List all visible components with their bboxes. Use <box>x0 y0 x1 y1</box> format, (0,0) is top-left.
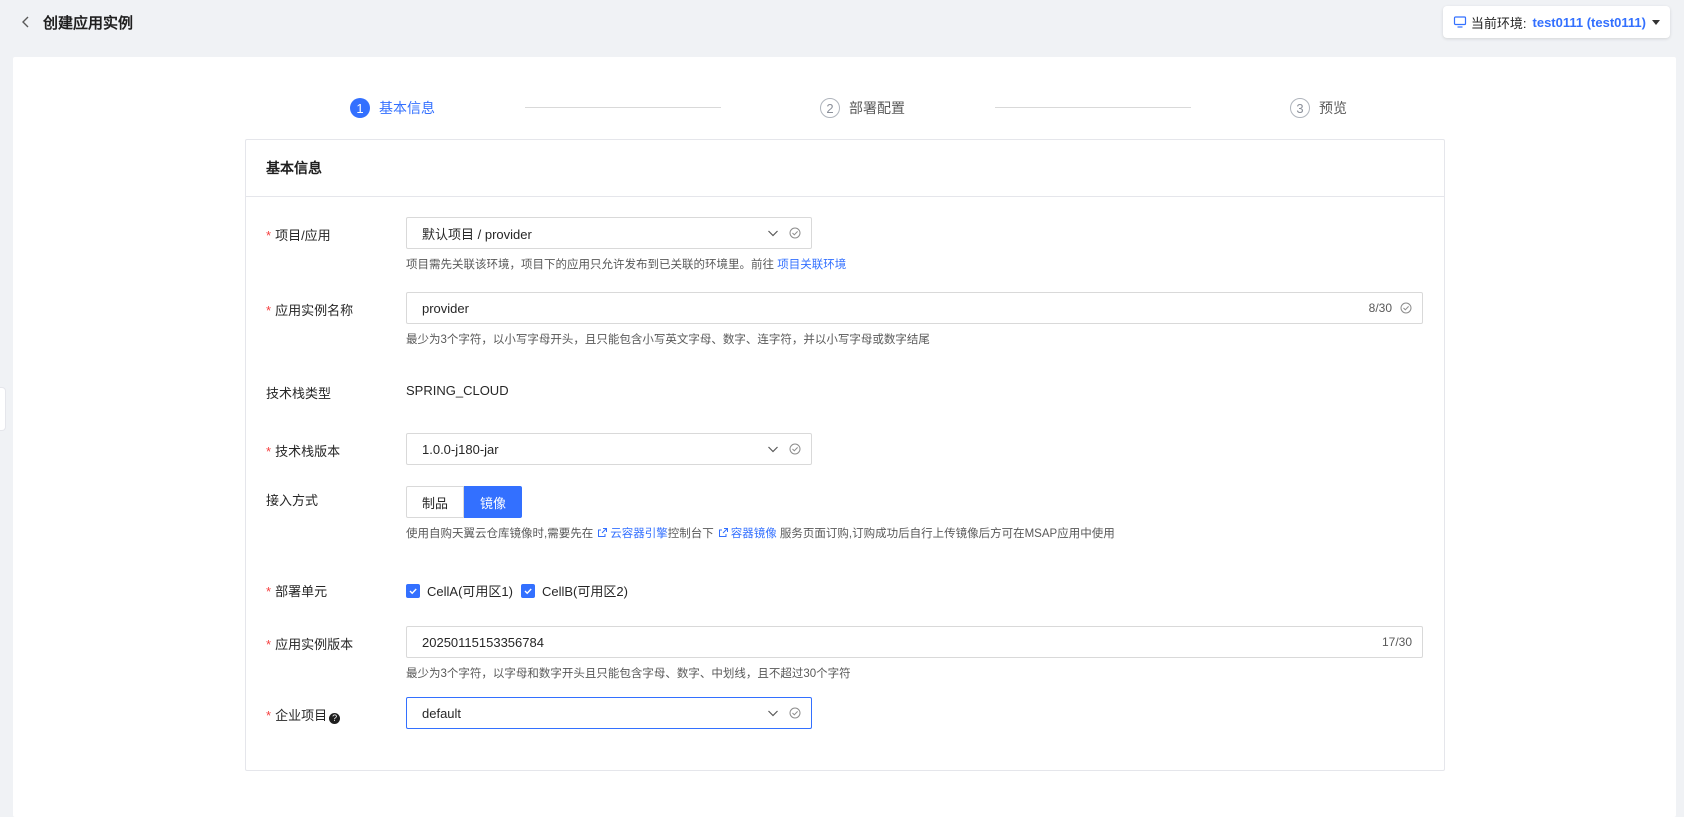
instance-version-control: 20250115153356784 17/30 最少为3个字符，以字母和数字开头… <box>406 626 1423 681</box>
enterprise-project-control: default <box>406 697 812 729</box>
stack-version-label: * 技术栈版本 <box>266 444 341 459</box>
char-counter: 17/30 <box>1381 635 1412 649</box>
instance-version-value: 20250115153356784 <box>422 634 544 650</box>
check-circle-icon <box>789 443 801 455</box>
project-control: 默认项目 / provider 项目需先关联该环境，项目下的应用只允许发布到已关… <box>406 217 846 272</box>
required-mark: * <box>266 444 272 459</box>
instance-name-hint: 最少为3个字符，以小写字母开头，且只能包含小写英文字母、数字、连字符，并以小写字… <box>406 334 930 346</box>
access-mode-image[interactable]: 镜像 <box>464 486 523 518</box>
external-link-icon <box>718 528 728 537</box>
required-mark: * <box>266 584 272 599</box>
step-label: 部署配置 <box>849 100 905 116</box>
deploy-unit-label: * 部署单元 <box>266 584 328 599</box>
monitor-icon <box>1453 16 1466 28</box>
check-circle-icon <box>789 707 801 719</box>
cloud-container-engine-link[interactable]: 云容器引擎 <box>610 528 668 540</box>
step-label: 预览 <box>1319 100 1347 116</box>
page-title: 创建应用实例 <box>43 15 134 32</box>
stack-version-select[interactable]: 1.0.0-j180-jar <box>406 433 812 465</box>
deploy-unit-checkboxes: CellA(可用区1) CellB(可用区2) <box>406 581 636 600</box>
checkbox-checked-icon <box>520 583 535 598</box>
cell-b-label: CellB(可用区2) <box>541 584 628 599</box>
project-hint: 项目需先关联该环境，项目下的应用只允许发布到已关联的环境里。前往 项目关联环境 <box>406 259 847 271</box>
enterprise-project-value: default <box>422 705 462 721</box>
cell-a-label: CellA(可用区1) <box>427 584 513 599</box>
side-collapse-handle[interactable] <box>0 387 6 431</box>
steps-bar: 1 基本信息 2 部署配置 3 预览 <box>0 90 1684 126</box>
stack-version-value: 1.0.0-j180-jar <box>422 441 499 457</box>
project-env-link[interactable]: 项目关联环境 <box>777 259 846 271</box>
external-link-icon <box>598 528 608 537</box>
section-title: 基本信息 <box>246 140 1444 197</box>
access-mode-label: 接入方式 <box>266 493 319 508</box>
environment-value: test0111 (test0111) <box>1532 14 1646 30</box>
chevron-down-icon <box>768 230 778 237</box>
project-select-value: 默认项目 / provider <box>422 226 532 242</box>
required-mark: * <box>266 708 272 723</box>
chevron-down-icon <box>768 710 778 717</box>
step-preview[interactable]: 3 预览 <box>1290 98 1347 118</box>
required-mark: * <box>266 637 272 652</box>
instance-version-label: * 应用实例版本 <box>266 637 354 652</box>
access-mode-control: 制品 镜像 使用自购天翼云仓库镜像时,需要先在 云容器引擎控制台下 容器镜像 服务页… <box>406 486 1115 541</box>
step-number: 1 <box>350 98 370 118</box>
instance-name-input[interactable]: provider 8/30 <box>406 292 1423 324</box>
project-select[interactable]: 默认项目 / provider <box>406 217 812 249</box>
instance-version-input[interactable]: 20250115153356784 17/30 <box>406 626 1423 658</box>
instance-name-value: provider <box>422 300 469 316</box>
step-deploy-config[interactable]: 2 部署配置 <box>820 98 905 118</box>
check-circle-icon <box>1400 302 1412 314</box>
stack-type-label: 技术栈类型 <box>266 386 332 401</box>
cell-b-checkbox[interactable]: CellB(可用区2) <box>520 581 628 600</box>
basic-info-form: 基本信息 * 项目/应用 默认项目 / provider 项目需先关联该环境，项目… <box>245 139 1445 771</box>
container-image-link[interactable]: 容器镜像 <box>731 528 777 540</box>
step-label: 基本信息 <box>379 100 435 116</box>
checkbox-checked-icon <box>406 583 420 598</box>
step-number: 3 <box>1290 98 1310 118</box>
step-connector <box>525 107 721 108</box>
chevron-down-icon <box>768 446 778 453</box>
enterprise-project-select[interactable]: default <box>406 697 812 729</box>
access-mode-hint: 使用自购天翼云仓库镜像时,需要先在 云容器引擎控制台下 容器镜像 服务页面订购,订购… <box>406 528 1115 540</box>
environment-selector[interactable]: 当前环境: test0111 (test0111) <box>1442 6 1670 38</box>
caret-down-icon <box>1652 19 1660 25</box>
required-mark: * <box>266 228 272 243</box>
environment-label: 当前环境: <box>1470 15 1527 31</box>
top-bar: 创建应用实例 当前环境: test0111 (test0111) <box>0 0 1684 56</box>
stack-type-value: SPRING_CLOUD <box>406 383 509 398</box>
access-mode-toggle: 制品 镜像 <box>406 486 1115 518</box>
instance-name-label: * 应用实例名称 <box>266 303 354 318</box>
step-connector <box>995 107 1191 108</box>
step-number: 2 <box>820 98 840 118</box>
help-icon[interactable]: ? <box>329 712 341 724</box>
instance-name-control: provider 8/30 最少为3个字符，以小写字母开头，且只能包含小写英文字… <box>406 292 1423 347</box>
stack-version-control: 1.0.0-j180-jar <box>406 433 812 465</box>
access-mode-artifact[interactable]: 制品 <box>406 486 465 518</box>
step-basic-info[interactable]: 1 基本信息 <box>350 98 435 118</box>
char-counter: 8/30 <box>1368 301 1392 315</box>
check-circle-icon <box>789 227 801 239</box>
project-label: * 项目/应用 <box>266 228 331 243</box>
instance-version-hint: 最少为3个字符，以字母和数字开头且只能包含字母、数字、中划线，且不超过30个字符 <box>406 668 851 680</box>
back-arrow-icon[interactable] <box>18 14 34 30</box>
required-mark: * <box>266 303 272 318</box>
cell-a-checkbox[interactable]: CellA(可用区1) <box>406 581 513 600</box>
enterprise-project-label: * 企业项目? <box>266 705 341 724</box>
